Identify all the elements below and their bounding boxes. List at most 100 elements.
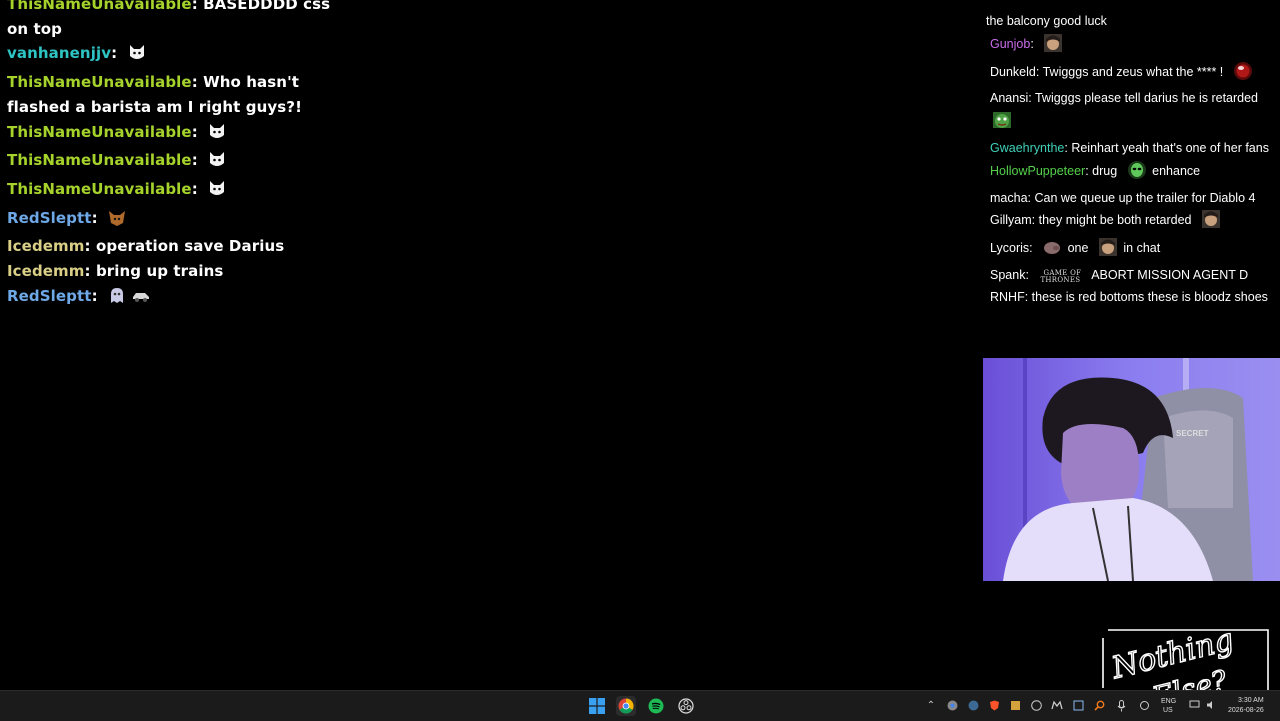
chat-username[interactable]: HollowPuppeteer xyxy=(990,164,1085,178)
overlay-chat-message: ThisNameUnavailable: BASEDDDD css on top xyxy=(7,0,337,41)
cat-emote xyxy=(207,149,227,177)
car-emote xyxy=(131,285,151,313)
chat-username: ThisNameUnavailable xyxy=(7,73,192,92)
search-tray-icon[interactable] xyxy=(1093,700,1105,712)
chat-colon: : xyxy=(1028,91,1035,106)
chat-username[interactable]: RNHF xyxy=(990,290,1025,304)
chat-colon: : xyxy=(1029,241,1037,256)
chat-text: ABORT MISSION AGENT D xyxy=(1091,267,1249,282)
chat-colon: : xyxy=(1035,64,1043,79)
chat-colon: : xyxy=(1031,213,1039,228)
chat-colon: : xyxy=(191,151,204,170)
microphone-icon[interactable] xyxy=(1115,700,1127,712)
chat-text: they might be both retarded xyxy=(1038,213,1192,228)
brave-icon[interactable] xyxy=(988,700,1000,712)
chat-colon: : xyxy=(84,237,96,256)
chat-username[interactable]: Gunjob xyxy=(990,37,1030,51)
ghost-emote xyxy=(107,285,127,313)
chat-username[interactable]: macha xyxy=(990,191,1028,205)
chat-text: Can we queue up the trailer for Diablo 4 xyxy=(1034,190,1256,205)
chat-text: in chat xyxy=(1123,241,1161,256)
input-language[interactable]: ENG xyxy=(1161,698,1176,706)
chat-username: RedSleptt xyxy=(7,286,92,305)
stream-chat-message: Gunjob: xyxy=(986,33,1272,61)
input-region[interactable]: US xyxy=(1163,707,1173,715)
chrome-icon[interactable] xyxy=(616,696,636,716)
stream-chat-message: RNHF: these is red bottoms these is bloo… xyxy=(986,287,1272,309)
network-tray-icon[interactable] xyxy=(1138,700,1150,712)
chat-text: Twigggs and zeus what the **** ! xyxy=(1042,64,1224,79)
pig-emote xyxy=(1038,237,1062,265)
windows-start-icon[interactable] xyxy=(587,696,607,716)
got-logo-emote: GAME OF THRONES xyxy=(1034,268,1086,284)
chat-colon: : xyxy=(1030,36,1038,51)
stream-chat-message: Anansi: Twigggs please tell darius he is… xyxy=(986,88,1272,138)
chevron-up-icon[interactable]: ⌃ xyxy=(925,700,937,712)
chat-username[interactable]: Dunkeld xyxy=(990,65,1036,79)
chat-username: vanhanenjjv xyxy=(7,44,112,63)
chat-colon: : xyxy=(191,122,204,141)
cat-emote xyxy=(127,42,147,70)
stream-chat-message: Dunkeld: Twigggs and zeus what the **** … xyxy=(986,61,1272,89)
stream-chat: the balcony good luck Gunjob: Dunkeld: T… xyxy=(986,0,1272,309)
chat-username: ThisNameUnavailable xyxy=(7,179,192,198)
stream-chat-message: macha: Can we queue up the trailer for D… xyxy=(986,188,1272,210)
chat-text: Twigggs please tell darius he is retarde… xyxy=(1034,91,1259,106)
chat-text: drug xyxy=(1092,163,1118,178)
face-emote xyxy=(1094,237,1118,265)
stream-chat-message: Gwaehrynthe: Reinhart yeah that's one of… xyxy=(986,138,1272,160)
chat-username[interactable]: Gwaehrynthe xyxy=(990,141,1064,155)
clock-time[interactable]: 3:30 AM xyxy=(1238,697,1264,705)
chat-username: ThisNameUnavailable xyxy=(7,151,192,170)
chat-colon: : xyxy=(1025,267,1033,282)
display-icon[interactable] xyxy=(1188,700,1200,712)
chat-username[interactable]: Gillyam xyxy=(990,213,1032,227)
chat-partial-line: the balcony good luck xyxy=(986,14,1107,28)
window-tray-icon[interactable] xyxy=(1072,700,1084,712)
chat-text: Reinhart yeah that's one of her fans xyxy=(1071,140,1269,155)
chat-colon: : xyxy=(1024,289,1032,304)
spotify-icon[interactable] xyxy=(646,696,666,716)
ball-emote xyxy=(1229,61,1253,89)
chat-text: these is red bottoms these is bloodz sho… xyxy=(1031,289,1268,304)
chat-username[interactable]: Lycoris xyxy=(990,241,1029,255)
overlay-chat-message: Icedemm: bring up trains xyxy=(7,259,337,284)
stream-chat-message: HollowPuppeteer: drug enhance xyxy=(986,160,1272,188)
got-logo-label: GAME OF THRONES xyxy=(1040,268,1082,284)
chat-text: operation save Darius xyxy=(95,237,285,256)
app-tray-icon[interactable] xyxy=(1009,700,1021,712)
overlay-chat-message: RedSleptt: xyxy=(7,284,337,313)
stream-chat-message: Lycoris: one in chat xyxy=(986,237,1272,265)
tray-app-icon[interactable] xyxy=(1051,700,1063,712)
overlay-chat-message: vanhanenjjv: xyxy=(7,41,337,70)
stream-chat-message: Spank: GAME OF THRONES ABORT MISSION AGE… xyxy=(986,265,1272,287)
chat-username[interactable]: Anansi xyxy=(990,91,1028,105)
fox-emote xyxy=(107,207,127,235)
chat-username: RedSleptt xyxy=(7,208,92,227)
cat-emote xyxy=(207,178,227,206)
overlay-chat-message: RedSleptt: xyxy=(7,206,337,235)
chrome-tray-icon[interactable] xyxy=(946,700,958,712)
chat-username: ThisNameUnavailable xyxy=(7,122,192,141)
obs-icon[interactable] xyxy=(676,696,696,716)
volume-icon[interactable] xyxy=(1205,700,1217,712)
cat-emote xyxy=(207,121,227,149)
overlay-chat-message: ThisNameUnavailable: Who hasn't flashed … xyxy=(7,70,337,119)
chat-colon: : xyxy=(191,0,204,13)
clock-date[interactable]: 2026-08-26 xyxy=(1228,707,1264,715)
overlay-chat-message: ThisNameUnavailable: xyxy=(7,177,337,206)
chat-colon: : xyxy=(191,73,204,92)
chat-colon: : xyxy=(91,208,103,227)
chat-text: bring up trains xyxy=(95,262,224,281)
windows-taskbar: ⌃ ENG US 3:30 AM 2026-08-26 xyxy=(0,690,1280,721)
overlay-chat: ThisNameUnavailable: BASEDDDD css on top… xyxy=(7,0,337,312)
stream-chat-message: Gillyam: they might be both retarded xyxy=(986,209,1272,237)
chair-brand-label: SECRET xyxy=(1176,429,1209,438)
chat-username: ThisNameUnavailable xyxy=(7,0,192,13)
chat-colon: : xyxy=(191,179,204,198)
webcam-feed: SECRET xyxy=(983,358,1280,581)
pepe-emote xyxy=(988,110,1012,138)
steam-icon[interactable] xyxy=(967,700,979,712)
chat-username[interactable]: Spank xyxy=(990,268,1025,282)
obs-tray-icon[interactable] xyxy=(1030,700,1042,712)
